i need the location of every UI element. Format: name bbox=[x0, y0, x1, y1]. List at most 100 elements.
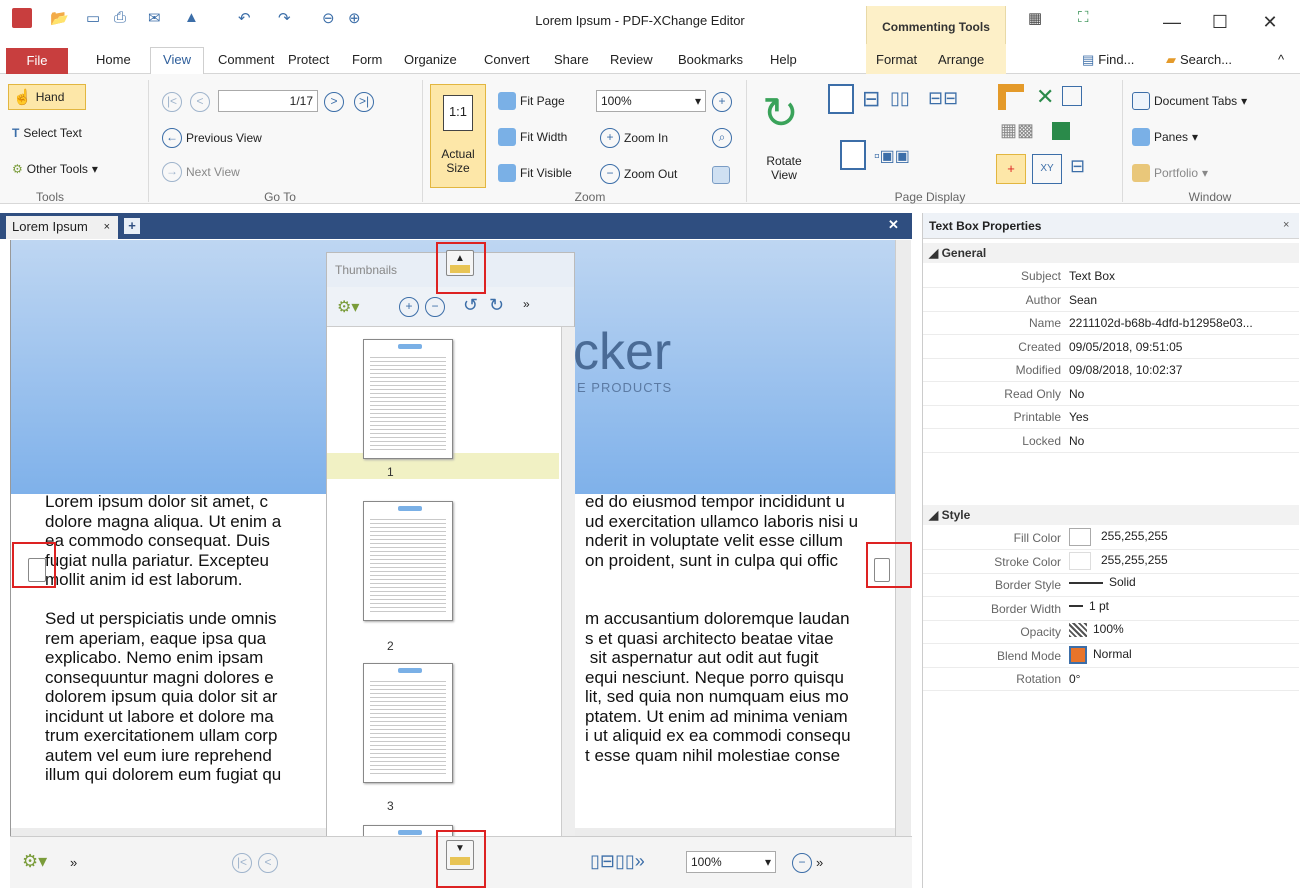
property-value[interactable]: 09/08/2018, 10:02:37 bbox=[1069, 363, 1182, 377]
property-value[interactable]: 2211102d-b68b-4dfd-b12958e03... bbox=[1069, 316, 1253, 330]
property-value[interactable]: 255,255,255 bbox=[1069, 551, 1168, 570]
status-options-icon[interactable]: ⚙▾ bbox=[22, 851, 47, 872]
portfolio-button[interactable]: Portfolio ▾ bbox=[1132, 164, 1208, 182]
document-tab[interactable]: Lorem Ipsum × bbox=[6, 216, 118, 239]
maximize-button[interactable]: ☐ bbox=[1198, 8, 1242, 36]
property-row[interactable]: Modified 09/08/2018, 10:02:37 bbox=[923, 359, 1299, 382]
facing-icon[interactable]: ▯▯ bbox=[890, 88, 910, 109]
save-icon[interactable]: ▭ bbox=[86, 9, 100, 27]
zoom-out-button[interactable]: − Zoom Out bbox=[600, 164, 677, 184]
property-row[interactable]: Blend Mode Normal bbox=[923, 645, 1299, 668]
continuous-icon[interactable]: ⊟ bbox=[862, 86, 880, 112]
tab-review[interactable]: Review bbox=[608, 50, 655, 74]
new-tab-icon[interactable]: + bbox=[124, 218, 140, 234]
page-layout-icon[interactable]: ▯⊟▯▯» bbox=[590, 851, 645, 872]
fit-width-button[interactable]: Fit Width bbox=[498, 128, 567, 146]
close-panel-icon[interactable]: × bbox=[1283, 219, 1289, 231]
find-button[interactable]: ▤ Find... bbox=[1080, 50, 1136, 74]
property-value[interactable]: 0° bbox=[1069, 672, 1080, 686]
rotate-left-icon[interactable]: ↺ bbox=[463, 295, 478, 316]
email-icon[interactable]: ✉ bbox=[148, 9, 161, 27]
crop-icon[interactable] bbox=[998, 84, 1024, 110]
next-view-button[interactable]: → Next View bbox=[162, 162, 240, 182]
property-row[interactable]: Subject Text Box bbox=[923, 265, 1299, 288]
enlarge-thumbnails-icon[interactable]: + bbox=[399, 297, 419, 317]
property-row[interactable]: Created 09/05/2018, 09:51:05 bbox=[923, 336, 1299, 359]
open-folder-icon[interactable]: 📂 bbox=[50, 9, 69, 27]
property-value[interactable]: Sean bbox=[1069, 293, 1097, 307]
more-icon[interactable]: » bbox=[70, 855, 77, 870]
thumbnail-options-icon[interactable]: ⚙▾ bbox=[337, 297, 359, 317]
select-text-button[interactable]: T Select Text bbox=[12, 126, 82, 140]
collapse-ribbon-icon[interactable]: ^ bbox=[1276, 50, 1286, 74]
style-section-header[interactable]: ◢ Style bbox=[923, 505, 1299, 525]
property-row[interactable]: Locked No bbox=[923, 430, 1299, 453]
prev-page-icon[interactable]: < bbox=[258, 853, 278, 873]
tab-view[interactable]: View bbox=[150, 47, 204, 75]
property-value[interactable]: Normal bbox=[1069, 645, 1132, 664]
vertical-scrollbar[interactable] bbox=[895, 240, 911, 836]
thumbnails-scrollbar[interactable] bbox=[561, 327, 575, 887]
property-value[interactable]: Solid bbox=[1069, 575, 1136, 589]
property-value[interactable]: 09/05/2018, 09:51:05 bbox=[1069, 340, 1182, 354]
property-value[interactable]: 255,255,255 bbox=[1069, 528, 1168, 546]
facing-continuous-icon[interactable]: ⊟⊟ bbox=[928, 88, 958, 109]
print-icon[interactable]: ⎙ bbox=[114, 9, 126, 26]
property-row[interactable]: Name 2211102d-b68b-4dfd-b12958e03... bbox=[923, 312, 1299, 335]
thumbnail-page-3[interactable] bbox=[363, 663, 453, 783]
redo-icon[interactable]: ↷ bbox=[278, 9, 291, 27]
tab-convert[interactable]: Convert bbox=[482, 50, 532, 74]
cross-icon[interactable]: ✕ bbox=[1036, 84, 1054, 110]
first-page-icon[interactable]: |< bbox=[162, 92, 182, 112]
color-icon[interactable] bbox=[1052, 122, 1070, 140]
tab-share[interactable]: Share bbox=[552, 50, 591, 74]
property-row[interactable]: Rotation 0° bbox=[923, 668, 1299, 691]
reduce-thumbnails-icon[interactable]: − bbox=[425, 297, 445, 317]
document-tabs-button[interactable]: Document Tabs ▾ bbox=[1132, 92, 1247, 110]
zoom-level-select[interactable]: 100% ▾ bbox=[596, 90, 706, 112]
split-icon[interactable] bbox=[840, 140, 866, 170]
cursor-coords-icon[interactable]: + bbox=[996, 154, 1026, 184]
close-button[interactable]: ✕ bbox=[1248, 8, 1292, 36]
property-value[interactable]: Yes bbox=[1069, 410, 1089, 424]
property-row[interactable]: Border Style Solid bbox=[923, 574, 1299, 597]
property-value[interactable]: No bbox=[1069, 387, 1084, 401]
xy-icon[interactable]: XY bbox=[1032, 154, 1062, 184]
zoom-in-button[interactable]: + Zoom In bbox=[600, 128, 668, 148]
tab-file[interactable]: File bbox=[6, 48, 68, 74]
property-value[interactable]: No bbox=[1069, 434, 1084, 448]
tab-help[interactable]: Help bbox=[768, 50, 799, 74]
other-tools-button[interactable]: ⚙ Other Tools ▾ bbox=[12, 162, 98, 176]
property-value[interactable]: 1 pt bbox=[1069, 599, 1109, 613]
fit-page-button[interactable]: Fit Page bbox=[498, 92, 565, 110]
general-section-header[interactable]: ◢ General bbox=[923, 243, 1299, 263]
tab-bookmarks[interactable]: Bookmarks bbox=[676, 50, 745, 74]
rotate-view-button[interactable]: ↻ Rotate View bbox=[754, 92, 814, 188]
cover-page-icon[interactable]: ▫▣▣ bbox=[874, 146, 910, 166]
property-value[interactable]: Text Box bbox=[1069, 269, 1115, 283]
zoom-out-icon[interactable]: − bbox=[792, 853, 812, 873]
single-page-icon[interactable] bbox=[828, 84, 854, 114]
hand-tool-button[interactable]: ☝ Hand bbox=[8, 84, 86, 110]
property-row[interactable]: Opacity 100% bbox=[923, 621, 1299, 644]
property-row[interactable]: Fill Color 255,255,255 bbox=[923, 527, 1299, 550]
transparency-icon[interactable]: ▦▩ bbox=[1000, 120, 1034, 141]
fullscreen-icon[interactable]: ⛶ bbox=[1078, 9, 1089, 26]
previous-view-button[interactable]: ← Previous View bbox=[162, 128, 262, 148]
close-document-icon[interactable]: ✕ bbox=[888, 217, 899, 233]
close-tab-icon[interactable]: × bbox=[104, 216, 110, 238]
last-page-icon[interactable]: >| bbox=[354, 92, 374, 112]
more-icon[interactable]: » bbox=[816, 855, 823, 870]
tab-format[interactable]: Format bbox=[874, 50, 919, 74]
property-row[interactable]: Stroke Color 255,255,255 bbox=[923, 551, 1299, 574]
property-row[interactable]: Printable Yes bbox=[923, 406, 1299, 429]
property-row[interactable]: Read Only No bbox=[923, 383, 1299, 406]
loupe-icon[interactable] bbox=[712, 166, 730, 184]
property-row[interactable]: Author Sean bbox=[923, 289, 1299, 312]
forward-icon[interactable]: ⊕ bbox=[348, 9, 361, 27]
undo-icon[interactable]: ↶ bbox=[238, 9, 251, 27]
more-icon[interactable]: » bbox=[523, 297, 530, 311]
ruler-icon[interactable]: ⊟ bbox=[1070, 156, 1085, 177]
search-button[interactable]: ▰ Search... bbox=[1164, 50, 1234, 74]
back-icon[interactable]: ⊖ bbox=[322, 9, 335, 27]
